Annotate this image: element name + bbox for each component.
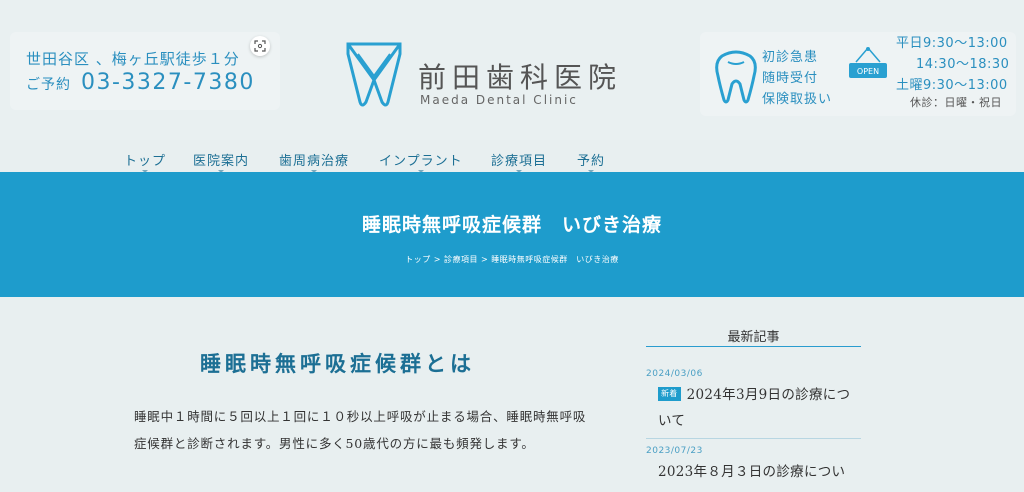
latest-posts-heading: 最新記事 <box>727 330 780 345</box>
nav-item-periodontal[interactable]: 歯周病治療 <box>279 150 349 173</box>
hours-weekday-am: 平日9:30〜13:00 <box>896 36 1008 51</box>
breadcrumb[interactable]: トップ > 診療項目 > 睡眠時無呼吸症候群 いびき治療 <box>0 254 1024 265</box>
phone-row: ご予約 03-3327-7380 <box>26 70 255 95</box>
post-item[interactable]: 2023/07/23 2023年８月３日の診療につい <box>646 446 861 485</box>
post-divider <box>646 438 861 439</box>
nav-item-treatments[interactable]: 診療項目 <box>491 150 547 173</box>
page-hero: 睡眠時無呼吸症候群 いびき治療 トップ > 診療項目 > 睡眠時無呼吸症候群 い… <box>0 172 1024 297</box>
open-sign-icon: OPEN <box>849 47 887 78</box>
nav-item-top[interactable]: トップ <box>124 150 166 173</box>
hours-saturday: 土曜9:30〜13:00 <box>896 78 1008 93</box>
nav-item-clinic[interactable]: 医院案内 <box>193 150 249 173</box>
tooth-logo-icon <box>346 42 402 107</box>
post-title-line2: いて <box>658 413 686 429</box>
closed-days: 休診：日曜・祝日 <box>910 96 1002 109</box>
post-title-line1: 2024年3月9日の診療につ <box>686 387 851 403</box>
logo-english: Maeda Dental Clinic <box>420 93 578 107</box>
address-text: 世田谷区 、梅ヶ丘駅徒歩１分 <box>26 50 240 68</box>
feature-insurance: 保険取扱い <box>762 92 833 107</box>
logo-japanese: 前田歯科医院 <box>418 61 623 94</box>
open-sign-text: OPEN <box>857 67 879 76</box>
site-header: 世田谷区 、梅ヶ丘駅徒歩１分 ご予約 03-3327-7380 前田歯科医院 M… <box>0 0 1024 140</box>
new-badge: 新着 <box>658 387 681 401</box>
reservation-label: ご予約 <box>26 77 71 93</box>
post-date: 2024/03/06 <box>646 369 703 379</box>
hours-weekday-pm: 14:30〜18:30 <box>916 57 1010 72</box>
main-nav: トップ 医院案内 歯周病治療 インプラント 診療項目 予約 <box>0 150 1024 173</box>
phone-link[interactable]: 03-3327-7380 <box>81 70 255 95</box>
section-title: 睡眠時無呼吸症候群とは <box>200 351 475 376</box>
feature-anytime: 随時受付 <box>762 71 819 86</box>
post-date: 2023/07/23 <box>646 446 703 456</box>
nav-item-implant[interactable]: インプラント <box>379 150 463 173</box>
feature-first-visit: 初診急患 <box>762 50 819 65</box>
post-title[interactable]: 新着 2024年3月9日の診療につ いて <box>646 382 861 434</box>
page-title: 睡眠時無呼吸症候群 いびき治療 <box>361 214 662 236</box>
post-item[interactable]: 2024/03/06 新着 2024年3月9日の診療につ いて <box>646 369 861 434</box>
section-body: 睡眠中１時間に５回以上１回に１０秒以上呼吸が止まる場合、睡眠時無呼吸症候群と診断… <box>134 409 587 451</box>
heading-underline <box>646 346 861 347</box>
scan-icon[interactable] <box>250 36 270 56</box>
tooth-icon <box>715 50 757 104</box>
nav-item-reservation[interactable]: 予約 <box>577 150 605 173</box>
post-title[interactable]: 2023年８月３日の診療につい <box>646 459 861 485</box>
